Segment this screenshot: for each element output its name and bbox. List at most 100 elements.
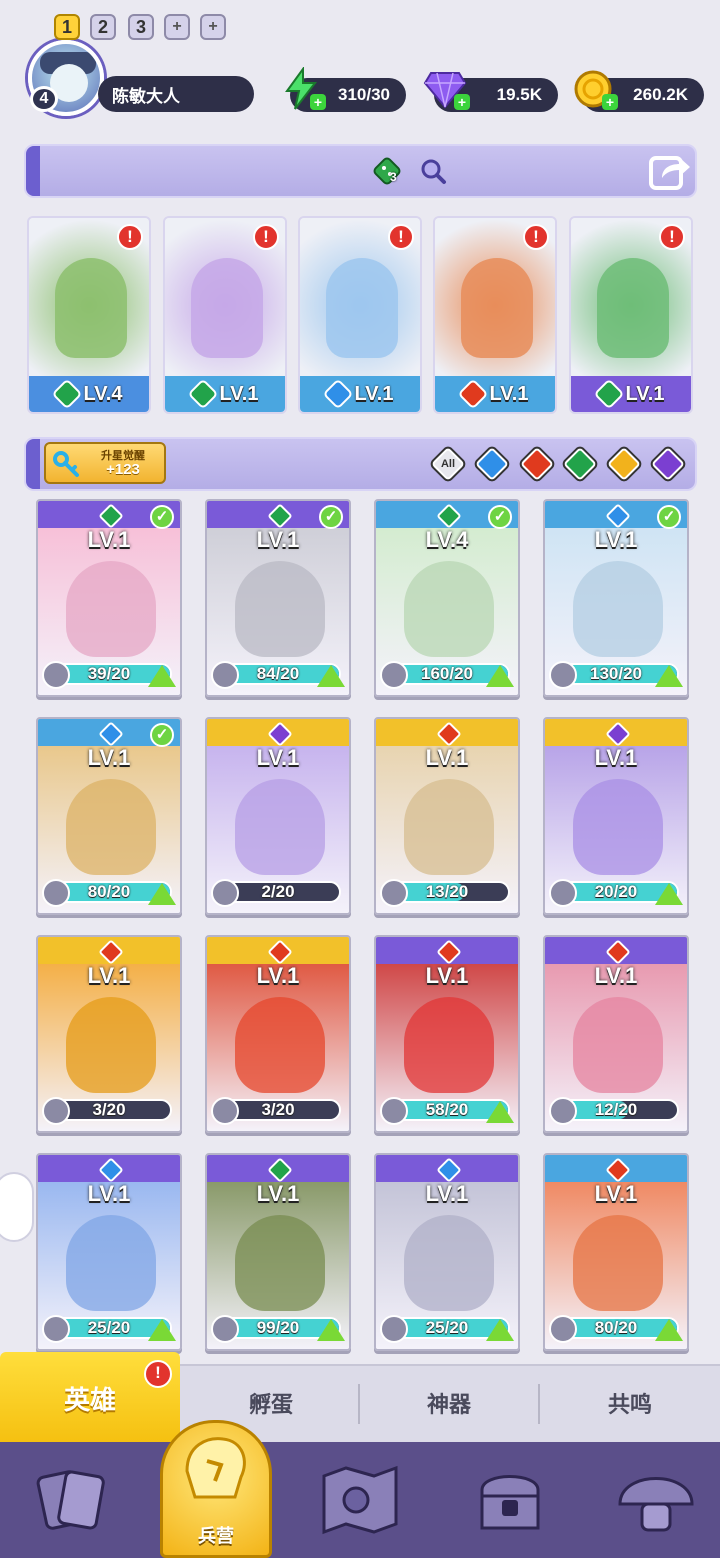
hero-card[interactable]: LV.1 2/20 [205,717,351,915]
energy-icon: + [278,66,326,112]
hero-shard-icon [42,1097,70,1125]
hero-figure [66,561,156,657]
filter-nature-icon[interactable] [563,447,597,481]
hero-shard-icon [549,661,577,689]
hero-card[interactable]: LV.1 13/20 [374,717,520,915]
team-hero-card[interactable]: ! LV.1 [298,216,422,414]
team-hero-figure [597,258,669,358]
upgrade-arrow-icon[interactable] [655,665,683,687]
upgrade-arrow-icon[interactable] [317,1319,345,1341]
tab-heroes-label: 英雄 [63,1384,116,1415]
player-name: 陈敏大人 [112,86,180,106]
hero-level: LV.1 [256,745,300,770]
team-add-button-2[interactable]: + [200,14,226,40]
team-hero-card[interactable]: ! LV.1 [569,216,693,414]
hero-card[interactable]: LV.1 3/20 [205,935,351,1133]
star-awaken-button[interactable]: 升星觉醒 +123 [44,442,166,484]
dice-icon[interactable]: 3 [372,156,402,186]
hero-figure [573,779,663,875]
upgrade-arrow-icon[interactable] [486,1101,514,1123]
upgrade-arrow-icon[interactable] [148,665,176,687]
tab-artifacts[interactable]: 神器 [360,1364,538,1442]
hero-level: LV.1 [256,527,300,552]
tab-resonance[interactable]: 共鸣 [540,1364,720,1442]
energy-plus-icon[interactable]: + [310,94,326,110]
player-level-badge: 4 [30,86,58,112]
team-hero-level-bar: LV.1 [300,376,420,412]
team-hero-level: LV.1 [625,382,665,405]
hero-shard-icon [211,879,239,907]
team-tab-3[interactable]: 3 [128,14,154,40]
hero-level: LV.1 [256,1181,300,1206]
nav-map-icon[interactable] [312,1452,408,1548]
nav-mushroom-icon[interactable] [608,1452,704,1548]
energy-value: 310/30 [338,85,390,104]
hero-figure [573,561,663,657]
hero-card[interactable]: ✓ LV.1 80/20 [36,717,182,915]
hero-figure [66,997,156,1093]
filter-dark-icon[interactable] [651,447,685,481]
hero-level: LV.1 [594,1181,638,1206]
team-hero-alert: ! [659,224,685,250]
selected-check-icon: ✓ [319,505,343,529]
hero-card[interactable]: LV.1 20/20 [543,717,689,915]
team-hero-card[interactable]: ! LV.1 [433,216,557,414]
team-hero-level-bar: LV.1 [165,376,285,412]
filter-fire-icon[interactable] [520,447,554,481]
upgrade-arrow-icon[interactable] [486,1319,514,1341]
upgrade-arrow-icon[interactable] [148,883,176,905]
element-nature-icon [50,378,83,410]
hero-figure [235,779,325,875]
magnify-icon[interactable] [418,156,448,186]
hero-card[interactable]: LV.1 25/20 [374,1153,520,1351]
filter-water-icon[interactable] [475,447,509,481]
gems-plus-icon[interactable]: + [454,94,470,110]
gold-plus-icon[interactable]: + [602,94,618,110]
hero-level: LV.1 [425,963,469,988]
player-name-bar[interactable]: 陈敏大人 [98,76,254,112]
hero-figure [573,1215,663,1311]
hero-level: LV.4 [425,527,469,552]
hero-card[interactable]: ✓ LV.1 84/20 [205,499,351,697]
team-hero-level: LV.1 [489,382,529,405]
nav-chest-icon[interactable] [462,1452,558,1548]
hero-shard-icon [549,879,577,907]
filter-light-icon[interactable] [607,447,641,481]
tab-resonance-label: 共鸣 [607,1392,652,1417]
hero-card[interactable]: LV.1 99/20 [205,1153,351,1351]
team-hero-level: LV.1 [354,382,394,405]
team-tab-2[interactable]: 2 [90,14,116,40]
hero-card[interactable]: ✓ LV.1 39/20 [36,499,182,697]
team-tab-1[interactable]: 1 [54,14,80,40]
upgrade-arrow-icon[interactable] [655,1319,683,1341]
team-hero-card[interactable]: ! LV.4 [27,216,151,414]
floating-helper-bubble[interactable] [0,1172,34,1242]
hero-card[interactable]: LV.1 3/20 [36,935,182,1133]
upgrade-arrow-icon[interactable] [148,1319,176,1341]
hero-card[interactable]: LV.1 58/20 [374,935,520,1133]
tab-heroes-alert: ! [144,1360,172,1388]
upgrade-arrow-icon[interactable] [317,665,345,687]
team-hero-card[interactable]: ! LV.1 [163,216,287,414]
barracks-icon [185,1437,246,1499]
hero-figure [235,1215,325,1311]
upgrade-arrow-icon[interactable] [486,665,514,687]
hero-figure [66,1215,156,1311]
hero-level: LV.1 [256,963,300,988]
hero-card[interactable]: ✓ LV.4 160/20 [374,499,520,697]
gems-value: 19.5K [496,85,542,104]
selected-check-icon: ✓ [150,505,174,529]
filter-all-button[interactable]: All [431,447,465,481]
hero-card[interactable]: LV.1 80/20 [543,1153,689,1351]
share-icon[interactable] [648,150,692,192]
hero-card[interactable]: LV.1 25/20 [36,1153,182,1351]
nav-cards-icon[interactable] [24,1452,120,1548]
team-hero-alert: ! [117,224,143,250]
team-hero-level-bar: LV.1 [571,376,691,412]
team-add-button-1[interactable]: + [164,14,190,40]
hero-card[interactable]: LV.1 12/20 [543,935,689,1133]
hero-card[interactable]: ✓ LV.1 130/20 [543,499,689,697]
upgrade-arrow-icon[interactable] [655,883,683,905]
team-bar [24,144,697,198]
team-hero-figure [191,258,263,358]
